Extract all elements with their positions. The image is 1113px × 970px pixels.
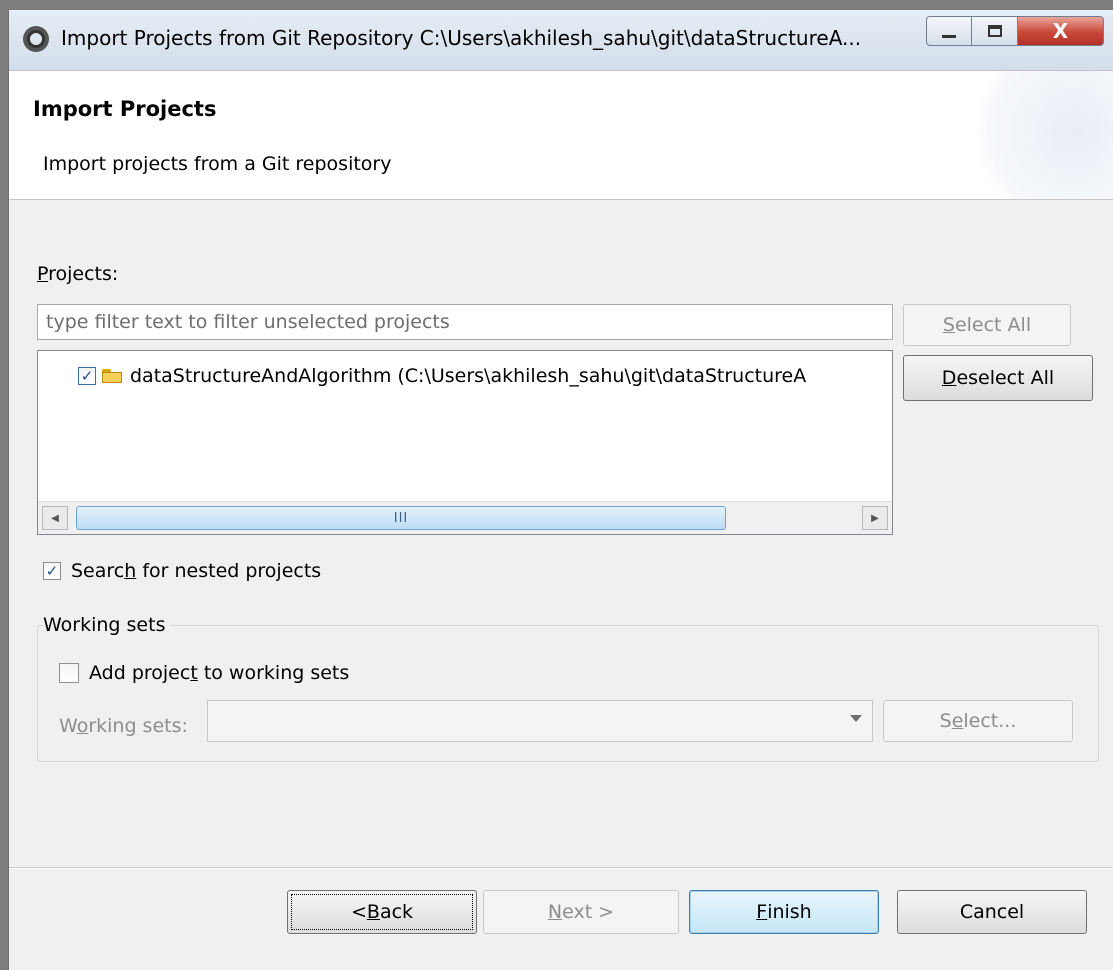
grip-icon: III	[393, 510, 409, 526]
search-nested-checkbox[interactable]: ✓	[43, 562, 61, 580]
working-sets-group-title: Working sets	[43, 614, 172, 636]
close-button[interactable]: X	[1018, 16, 1104, 46]
button-bar-separator	[9, 867, 1113, 869]
arrow-right-icon: ▶	[871, 512, 879, 524]
maximize-icon	[987, 25, 1002, 37]
search-nested-option[interactable]: ✓ Search for nested projects	[43, 560, 321, 582]
working-sets-field-label: Working sets:	[59, 715, 188, 737]
import-dialog: Import Projects from Git Repository C:\U…	[8, 10, 1113, 970]
maximize-button[interactable]	[972, 16, 1018, 46]
folder-icon	[102, 369, 122, 383]
scroll-left-button[interactable]: ◀	[42, 506, 68, 530]
wizard-header: Import Projects Import projects from a G…	[9, 71, 1113, 200]
page-description: Import projects from a Git repository	[43, 153, 392, 175]
page-title: Import Projects	[33, 97, 217, 121]
eclipse-gear-icon	[23, 26, 49, 52]
project-label: dataStructureAndAlgorithm (C:\Users\akhi…	[130, 365, 807, 387]
cancel-button[interactable]: Cancel	[897, 890, 1087, 934]
add-to-working-sets-label: Add project to working sets	[89, 662, 350, 684]
minimize-button[interactable]	[926, 16, 972, 46]
window-title: Import Projects from Git Repository C:\U…	[61, 26, 862, 50]
select-working-sets-button[interactable]: Se lect...	[883, 700, 1073, 742]
finish-button[interactable]: Finish	[689, 890, 879, 934]
chevron-down-icon[interactable]	[850, 715, 862, 722]
window-controls: X	[926, 16, 1104, 48]
title-bar[interactable]: Import Projects from Git Repository C:\U…	[9, 10, 1113, 71]
add-to-working-sets-checkbox[interactable]	[59, 663, 79, 683]
working-sets-combo[interactable]	[207, 700, 873, 742]
checkmark-icon: ✓	[45, 561, 59, 580]
search-nested-label: Search for nested projects	[71, 560, 322, 582]
horizontal-scrollbar[interactable]: ◀ III ▶	[38, 501, 892, 534]
minimize-icon	[942, 34, 956, 38]
checkmark-icon: ✓	[80, 366, 94, 385]
projects-label: Projects:	[37, 263, 119, 285]
next-button[interactable]: Next >	[483, 890, 679, 934]
project-checkbox[interactable]: ✓	[78, 367, 96, 385]
deselect-all-button[interactable]: Deselect All	[903, 355, 1093, 401]
select-all-button[interactable]: Select All	[903, 304, 1071, 346]
add-to-working-sets-option[interactable]: Add project to working sets	[59, 662, 349, 684]
scroll-thumb[interactable]: III	[76, 506, 726, 530]
tree-item[interactable]: ✓ dataStructureAndAlgorithm (C:\Users\ak…	[78, 363, 806, 389]
back-button[interactable]: < Back	[287, 890, 477, 934]
arrow-left-icon: ◀	[51, 512, 59, 524]
scroll-right-button[interactable]: ▶	[862, 506, 888, 530]
project-filter-input[interactable]	[37, 304, 893, 340]
close-icon: X	[1052, 19, 1069, 43]
projects-tree[interactable]: ✓ dataStructureAndAlgorithm (C:\Users\ak…	[37, 350, 893, 535]
